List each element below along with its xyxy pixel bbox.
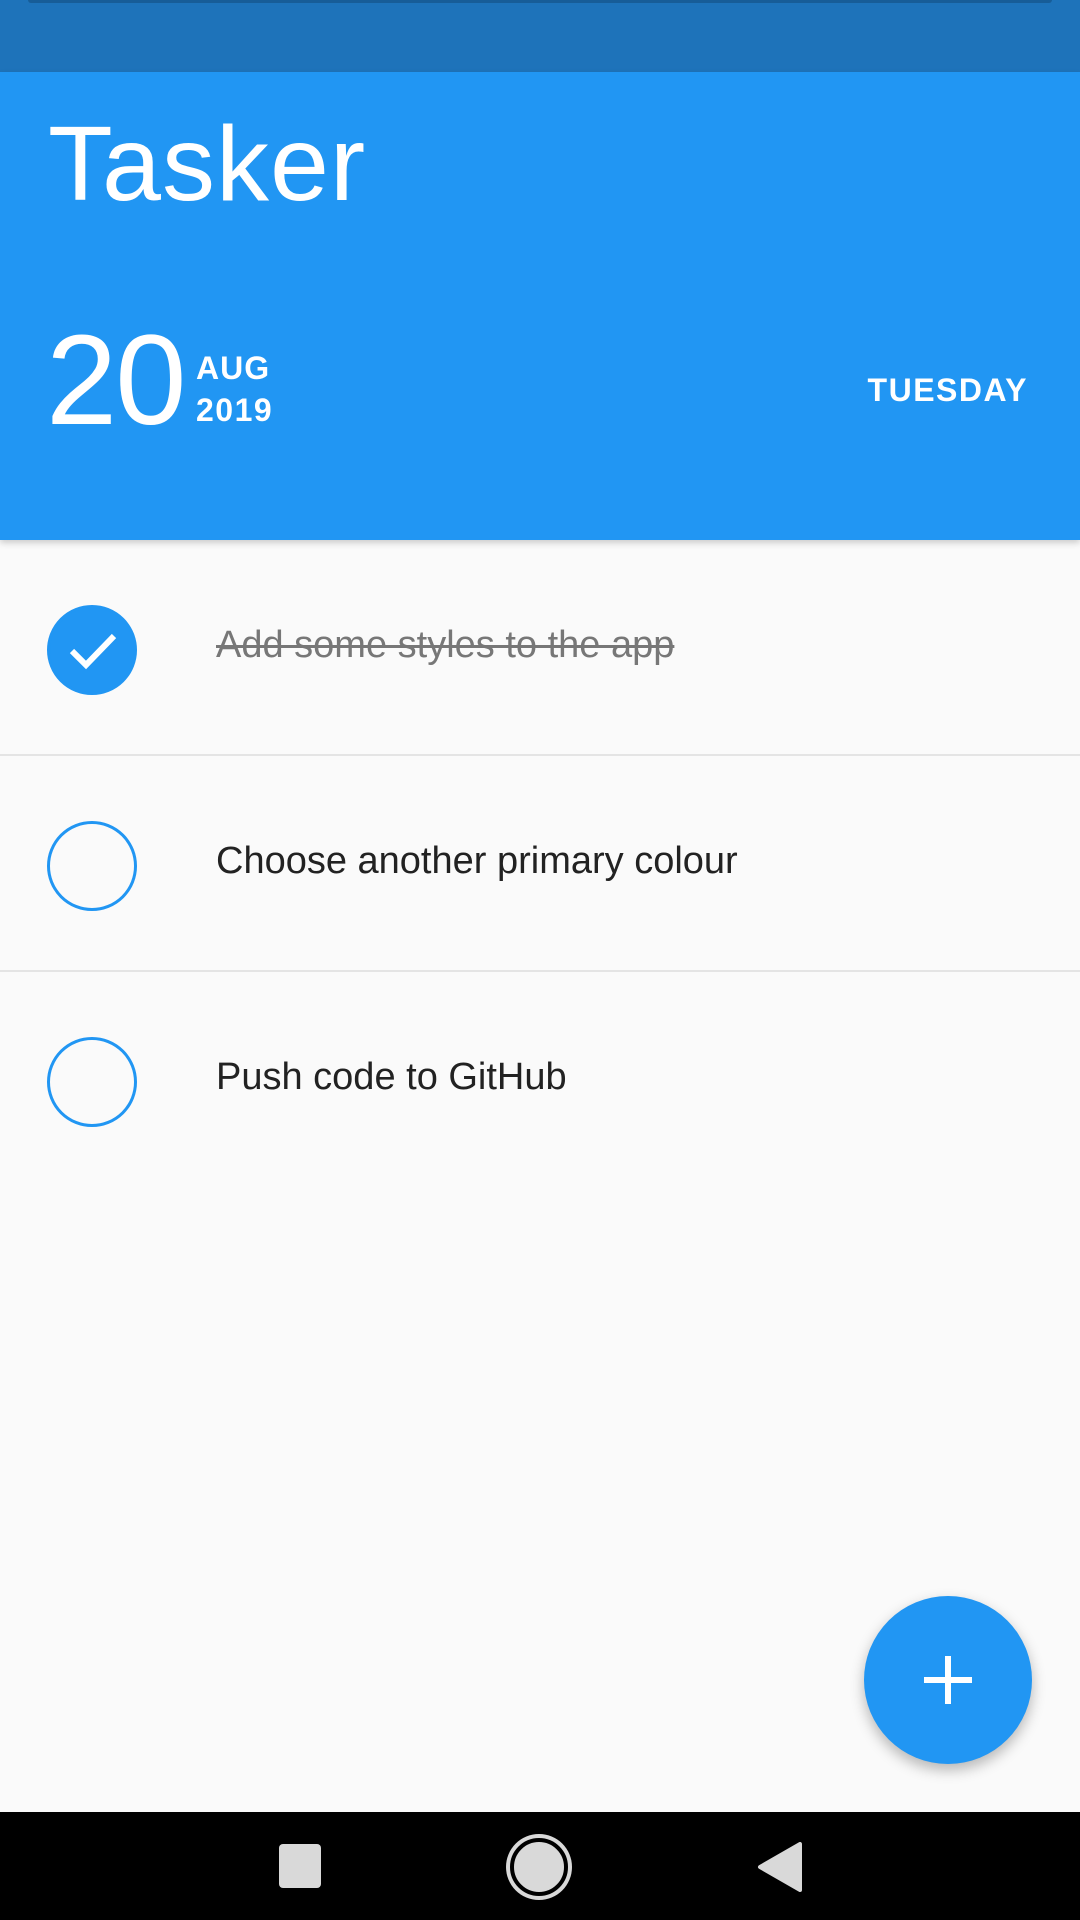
app-title: Tasker — [48, 105, 367, 223]
add-task-button[interactable] — [864, 1596, 1032, 1764]
date-weekday: TUESDAY — [867, 372, 1028, 408]
task-list: Add some styles to the app Choose anothe… — [0, 540, 1080, 1188]
task-item[interactable]: Choose another primary colour — [0, 756, 1080, 972]
task-checkbox[interactable] — [47, 605, 137, 695]
app-header: Tasker 20 AUG 2019 TUESDAY — [0, 72, 1080, 540]
status-bar — [0, 0, 1080, 72]
task-text: Choose another primary colour — [216, 840, 738, 882]
task-text: Add some styles to the app — [216, 624, 675, 666]
home-icon[interactable] — [510, 1838, 568, 1896]
task-item[interactable]: Push code to GitHub — [0, 972, 1080, 1188]
back-icon[interactable] — [756, 1842, 804, 1892]
task-checkbox[interactable] — [47, 821, 137, 911]
task-text: Push code to GitHub — [216, 1056, 567, 1098]
checkmark-icon — [69, 633, 117, 670]
plus-icon — [924, 1656, 972, 1704]
recents-icon[interactable] — [279, 1844, 321, 1888]
task-item[interactable]: Add some styles to the app — [0, 540, 1080, 756]
system-nav-bar — [0, 1812, 1080, 1920]
date-day: 20 — [46, 309, 186, 452]
date-year: 2019 — [196, 392, 274, 428]
date-month: AUG — [196, 350, 271, 386]
task-checkbox[interactable] — [47, 1037, 137, 1127]
